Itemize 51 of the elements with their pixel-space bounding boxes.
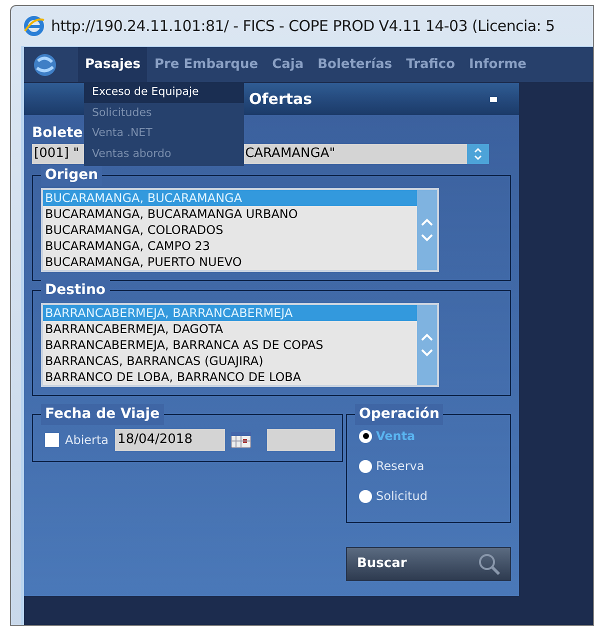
dropdown-item[interactable]: Exceso de Equipaje [84, 82, 244, 102]
radio-option[interactable]: Solicitud [359, 487, 510, 505]
scrollbar[interactable] [417, 190, 437, 270]
radio-label: Reserva [376, 458, 424, 475]
date-field[interactable]: 18/04/2018 [114, 429, 225, 451]
list-box[interactable]: BARRANCABERMEJA, BARRANCABERMEJA BARRANCABERMEJA, DAGOTA BARRANCABERMEJA, BARRANCA AS DE COPAS BARRANCAS, BARRANCAS (GUAJIRA) BARRANCO DE LOBA, BARRANCO DE LOBA [41, 303, 439, 387]
time-field[interactable] [266, 429, 335, 451]
list-item[interactable]: BARRANCO DE LOBA, BARRANCO DE LOBA [43, 369, 417, 385]
minimize-icon[interactable] [490, 96, 497, 102]
search-icon [476, 552, 502, 576]
fieldset-legend: Origen [41, 165, 102, 186]
menu-item[interactable]: Trafico [399, 47, 462, 82]
list-item[interactable]: BARRANCABERMEJA, BARRANCA AS DE COPAS [43, 337, 417, 353]
radio-label: Solicitud [376, 488, 428, 505]
menu-item[interactable]: Caja [265, 47, 311, 82]
chevron-up-icon[interactable] [421, 218, 433, 226]
radio-button[interactable] [359, 430, 372, 442]
list-item[interactable]: BUCARAMANGA, PUERTO NUEVO [43, 254, 417, 270]
calendar-icon[interactable] [230, 432, 251, 448]
select-arrows-icon[interactable] [467, 144, 489, 164]
radio-button[interactable] [359, 490, 372, 502]
window-title: http://190.24.11.101:81/ - FICS - COPE PROD V4.11 14-03 (Licencia: 5 [51, 16, 555, 37]
abierta-checkbox[interactable] [45, 433, 59, 447]
chevron-down-icon[interactable] [421, 234, 433, 242]
chevron-up-icon[interactable] [421, 333, 433, 341]
radio-option[interactable]: Reserva [359, 457, 510, 475]
menu-item[interactable]: Pasajes [78, 47, 148, 82]
list-item[interactable]: BARRANCABERMEJA, DAGOTA [43, 321, 417, 337]
list-item[interactable]: BUCARAMANGA, BUCARAMANGA URBANO [43, 206, 417, 222]
scrollbar[interactable] [417, 305, 437, 385]
select-value: [001] " [34, 145, 80, 164]
list-item[interactable]: BUCARAMANGA, CAMPO 23 [43, 238, 417, 254]
app-logo-icon [32, 52, 58, 78]
menu-item[interactable]: Informe [462, 47, 534, 82]
fieldset-legend: Fecha de Viaje [41, 404, 164, 425]
select-value: CARAMANGA" [245, 145, 336, 164]
fieldset-legend: Operación [355, 404, 444, 425]
list-item[interactable]: BARRANCAS, BARRANCAS (GUAJIRA) [43, 353, 417, 369]
menu-item[interactable]: Boleterías [310, 47, 400, 82]
list-box[interactable]: BUCARAMANGA, BUCARAMANGA BUCARAMANGA, BUCARAMANGA URBANO BUCARAMANGA, COLORADOS BUCARAMANGA, CAMPO 23 BUCARAMANGA, PUERTO NUEVO [41, 188, 439, 272]
search-button[interactable]: Buscar [346, 547, 511, 581]
radio-button[interactable] [359, 460, 372, 472]
browser-logo-icon [23, 15, 45, 37]
list-item[interactable]: BUCARAMANGA, COLORADOS [43, 222, 417, 238]
fieldset-legend: Destino [41, 280, 110, 301]
menu-item[interactable]: Pre Embarque [147, 47, 266, 82]
chevron-down-icon[interactable] [421, 349, 433, 357]
checkbox-label: Abierta [65, 432, 109, 449]
radio-label: Venta [376, 428, 416, 445]
panel-title: Ofertas [249, 88, 312, 110]
field-label: Bolete [32, 124, 83, 143]
